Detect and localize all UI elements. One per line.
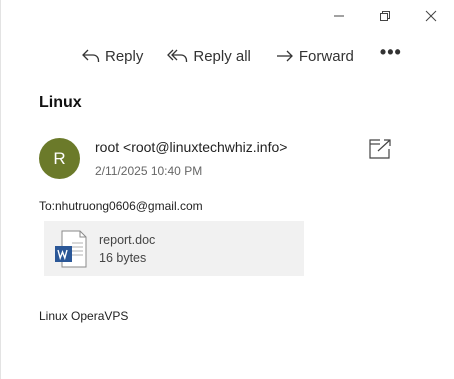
- more-actions-button[interactable]: •••: [380, 42, 402, 63]
- attachment-card[interactable]: report.doc 16 bytes: [44, 221, 304, 276]
- minimize-icon: [334, 15, 344, 17]
- reply-all-icon: [167, 49, 188, 62]
- avatar: R: [39, 138, 80, 179]
- close-icon: [425, 10, 437, 22]
- close-button[interactable]: [408, 0, 454, 32]
- sender-address[interactable]: root <root@linuxtechwhiz.info>: [95, 139, 287, 155]
- restore-icon: [380, 11, 390, 21]
- message-toolbar: Reply Reply all Forward •••: [81, 42, 402, 68]
- forward-label: Forward: [298, 47, 354, 65]
- reply-all-button[interactable]: Reply all: [167, 47, 251, 65]
- message-datetime: 2/11/2025 10:40 PM: [95, 164, 203, 178]
- message-body: Linux OperaVPS: [39, 309, 129, 323]
- message-subject: Linux: [39, 94, 82, 111]
- mail-reading-window: Reply Reply all Forward ••• Linux R root…: [0, 0, 454, 379]
- recipients-line: To:nhutruong0606@gmail.com: [39, 199, 203, 213]
- minimize-button[interactable]: [316, 0, 362, 32]
- attachment-filename: report.doc: [99, 232, 156, 247]
- open-in-new-window-button[interactable]: [368, 138, 392, 160]
- popout-icon: [369, 139, 391, 159]
- reply-label: Reply: [105, 47, 144, 65]
- attachment-details: report.doc 16 bytes: [99, 231, 155, 267]
- forward-icon: [276, 50, 293, 62]
- attachment-size: 16 bytes: [99, 250, 147, 265]
- reply-button[interactable]: Reply: [81, 47, 143, 65]
- restore-button[interactable]: [362, 0, 408, 32]
- word-document-icon: [55, 230, 87, 267]
- reply-icon: [82, 49, 100, 62]
- window-controls: [316, 0, 454, 32]
- forward-button[interactable]: Forward: [275, 47, 354, 65]
- reply-all-label: Reply all: [193, 47, 251, 65]
